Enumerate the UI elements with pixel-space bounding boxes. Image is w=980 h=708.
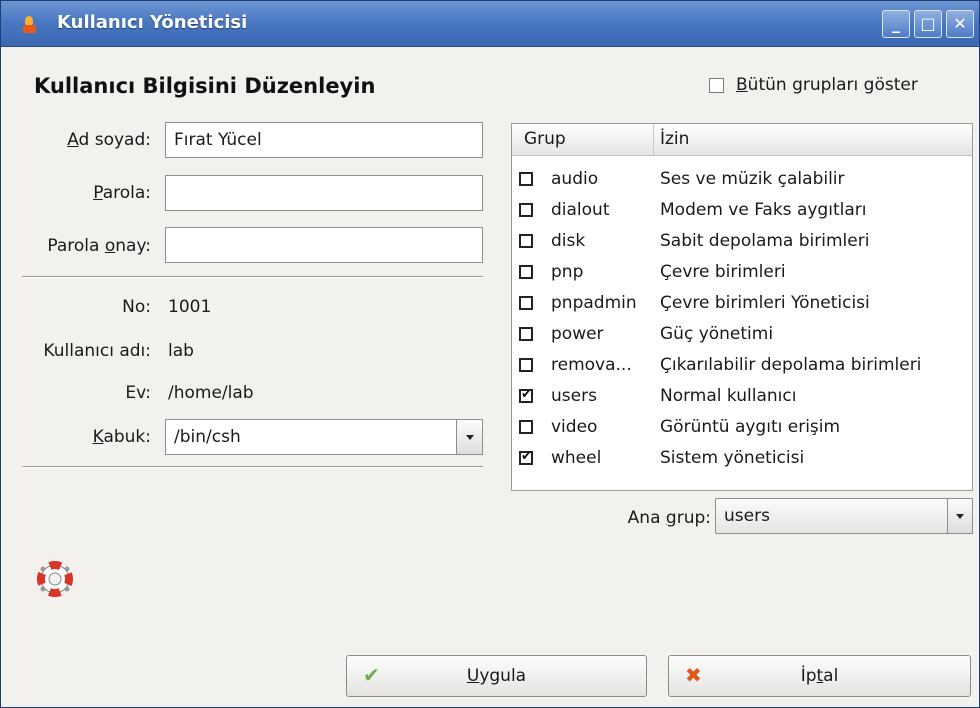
- table-row[interactable]: pnp Çevre birimleri: [512, 257, 972, 288]
- group-name: video: [551, 417, 598, 437]
- table-row[interactable]: video Görüntü aygıtı erişim: [512, 412, 972, 443]
- group-checkbox[interactable]: [519, 358, 533, 372]
- separator: [22, 276, 483, 278]
- table-row[interactable]: pnpadmin Çevre birimleri Yöneticisi: [512, 288, 972, 319]
- group-name: disk: [551, 231, 586, 251]
- fullname-label: Ad soyad:: [67, 130, 151, 150]
- group-permission: Sistem yöneticisi: [660, 448, 805, 468]
- group-checkbox[interactable]: [519, 172, 533, 186]
- table-row[interactable]: disk Sabit depolama birimleri: [512, 226, 972, 257]
- group-checkbox[interactable]: [519, 327, 533, 341]
- chevron-down-icon: [956, 514, 964, 519]
- home-value: /home/lab: [168, 383, 254, 403]
- group-permission: Güç yönetimi: [660, 324, 774, 344]
- group-permission: Ses ve müzik çalabilir: [660, 169, 845, 189]
- table-row[interactable]: dialout Modem ve Faks aygıtları: [512, 195, 972, 226]
- group-permission: Çıkarılabilir depolama birimleri: [660, 355, 922, 375]
- group-name: users: [551, 386, 597, 406]
- group-checkbox-checked[interactable]: [519, 387, 533, 403]
- show-all-groups-label: Bütün grupları göster: [736, 75, 918, 95]
- page-title: Kullanıcı Bilgisini Düzenleyin: [34, 74, 376, 98]
- close-button[interactable]: ✕: [946, 10, 974, 38]
- table-header: Grup İzin: [512, 124, 972, 156]
- group-checkbox[interactable]: [519, 420, 533, 434]
- shell-label: Kabuk:: [92, 427, 151, 447]
- table-row[interactable]: audio Ses ve müzik çalabilir: [512, 164, 972, 195]
- cancel-button[interactable]: ✖ İptal: [668, 655, 971, 697]
- show-all-groups-checkbox[interactable]: Bütün grupları göster: [709, 73, 918, 97]
- group-name: pnp: [551, 262, 584, 282]
- group-permission: Görüntü aygıtı erişim: [660, 417, 841, 437]
- apply-button[interactable]: ✔ Uygula: [346, 655, 647, 697]
- separator: [22, 466, 483, 468]
- minimize-button[interactable]: _: [882, 10, 910, 38]
- column-header-permission[interactable]: İzin: [655, 124, 972, 155]
- username-value: lab: [168, 341, 194, 361]
- table-row[interactable]: users Normal kullanıcı: [512, 381, 972, 412]
- group-name: wheel: [551, 448, 602, 468]
- password-field[interactable]: [165, 175, 483, 211]
- password-confirm-label: Parola onay:: [47, 236, 151, 256]
- user-manager-window: Kullanıcı Yöneticisi _ □ ✕ Kullanıcı Bil…: [0, 0, 980, 708]
- group-name: pnpadmin: [551, 293, 637, 313]
- shell-combo-input[interactable]: /bin/csh: [165, 419, 457, 455]
- group-checkbox-checked[interactable]: [519, 449, 533, 465]
- group-permission: Modem ve Faks aygıtları: [660, 200, 867, 220]
- group-checkbox[interactable]: [519, 296, 533, 310]
- checkbox-icon[interactable]: [709, 77, 724, 93]
- main-group-select[interactable]: users: [715, 498, 948, 534]
- group-checkbox[interactable]: [519, 203, 533, 217]
- group-name: audio: [551, 169, 599, 189]
- group-checkbox[interactable]: [519, 234, 533, 248]
- chevron-down-icon: [465, 435, 474, 440]
- main-group-dropdown-button[interactable]: [947, 498, 973, 534]
- group-permission: Çevre birimleri: [660, 262, 786, 282]
- group-permission: Normal kullanıcı: [660, 386, 797, 406]
- uid-value: 1001: [168, 297, 212, 317]
- title-bar[interactable]: Kullanıcı Yöneticisi _ □ ✕: [1, 1, 979, 47]
- column-header-group[interactable]: Grup: [512, 124, 654, 155]
- table-row[interactable]: remova... Çıkarılabilir depolama birimle…: [512, 350, 972, 381]
- group-name: dialout: [551, 200, 610, 220]
- fullname-field[interactable]: Fırat Yücel: [165, 122, 483, 158]
- home-label: Ev:: [125, 383, 151, 403]
- help-icon[interactable]: [37, 561, 73, 597]
- apply-button-label: Uygula: [466, 666, 527, 686]
- shell-dropdown-button[interactable]: [456, 419, 483, 455]
- table-row[interactable]: wheel Sistem yöneticisi: [512, 443, 972, 474]
- password-label: Parola:: [93, 183, 151, 203]
- main-group-label: Ana grup:: [627, 508, 711, 528]
- cancel-button-label: İptal: [800, 666, 839, 686]
- table-row[interactable]: power Güç yönetimi: [512, 319, 972, 350]
- group-permission: Çevre birimleri Yöneticisi: [660, 293, 870, 313]
- group-name: power: [551, 324, 604, 344]
- password-confirm-field[interactable]: [165, 227, 483, 263]
- app-icon: [23, 16, 37, 34]
- uid-label: No:: [122, 297, 151, 317]
- group-name: remova...: [551, 355, 632, 375]
- maximize-button[interactable]: □: [914, 10, 942, 38]
- groups-table[interactable]: Grup İzin audio Ses ve müzik çalabilir d…: [511, 123, 973, 491]
- group-permission: Sabit depolama birimleri: [660, 231, 870, 251]
- username-label: Kullanıcı adı:: [43, 341, 151, 361]
- window-title: Kullanıcı Yöneticisi: [57, 12, 248, 33]
- group-checkbox[interactable]: [519, 265, 533, 279]
